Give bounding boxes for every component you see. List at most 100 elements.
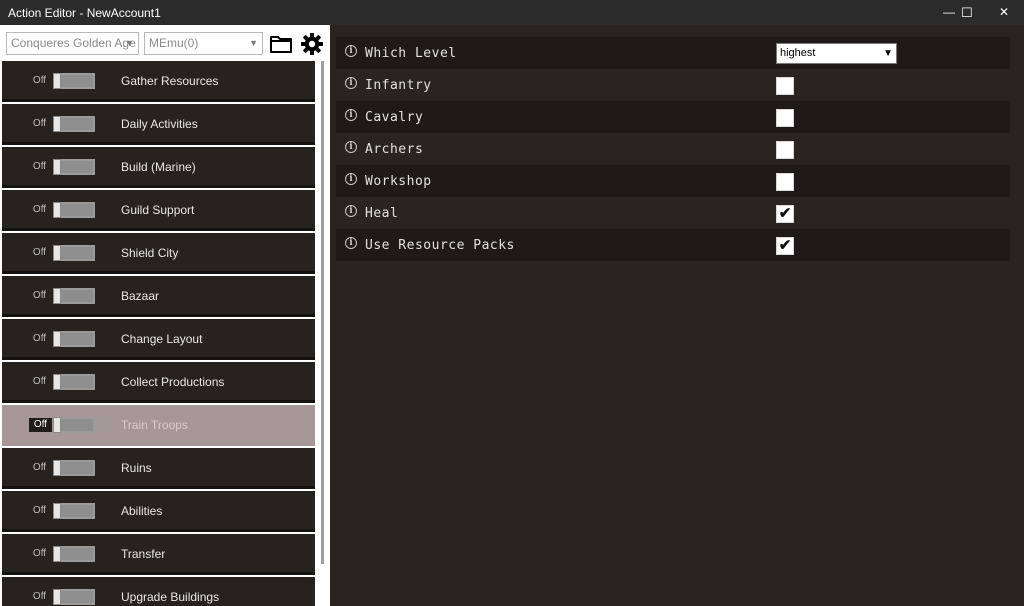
action-label: Bazaar <box>121 289 160 303</box>
action-label: Ruins <box>121 461 152 475</box>
toggle-knob <box>53 374 61 390</box>
action-item-abilities[interactable]: Off Abilities <box>2 491 315 532</box>
close-button[interactable]: ✕ <box>987 0 1021 25</box>
action-label: Gather Resources <box>121 74 219 88</box>
action-item-daily-activities[interactable]: Off Daily Activities <box>2 104 315 145</box>
toggle-state-label: Off <box>32 333 47 344</box>
option-row-use-resource-packs: i Use Resource Packs ✔ <box>336 229 1010 261</box>
info-icon[interactable]: i <box>345 45 357 57</box>
info-icon[interactable]: i <box>345 237 357 249</box>
options-panel: i Which Level highest ▼ i Infantry i Cav… <box>330 25 1024 606</box>
list-scrollbar[interactable] <box>321 61 324 564</box>
maximize-button[interactable]: ☐ <box>950 0 984 25</box>
toggle-state-label: Off <box>32 75 47 86</box>
action-label: Abilities <box>121 504 163 518</box>
toggle-knob <box>53 417 61 433</box>
action-item-gather-resources[interactable]: Off Gather Resources <box>2 61 315 102</box>
workshop-checkbox[interactable] <box>776 173 794 191</box>
gear-icon[interactable] <box>300 32 324 56</box>
archers-checkbox[interactable] <box>776 141 794 159</box>
toggle-knob <box>53 503 61 519</box>
game-select[interactable]: Conqueres Golden Age ▼ <box>6 32 139 55</box>
action-item-ruins[interactable]: Off Ruins <box>2 448 315 489</box>
action-toggle[interactable] <box>53 589 95 605</box>
action-toggle[interactable] <box>53 417 95 433</box>
toggle-state-label: Off <box>32 505 47 516</box>
action-label: Guild Support <box>121 203 195 217</box>
option-label: Use Resource Packs <box>365 238 515 253</box>
emulator-select[interactable]: MEmu(0) ▼ <box>144 32 263 55</box>
action-toggle[interactable] <box>53 460 95 476</box>
option-row-infantry: i Infantry <box>336 69 1010 101</box>
action-toggle[interactable] <box>53 159 95 175</box>
action-toggle[interactable] <box>53 546 95 562</box>
action-label: Upgrade Buildings <box>121 590 220 604</box>
toggle-state-label: Off <box>32 204 47 215</box>
action-toggle[interactable] <box>53 503 95 519</box>
toggle-state-label: Off <box>32 376 47 387</box>
checkmark-icon: ✔ <box>778 237 792 254</box>
toggle-knob <box>53 546 61 562</box>
use-resource-packs-checkbox[interactable]: ✔ <box>776 237 794 255</box>
action-item-bazaar[interactable]: Off Bazaar <box>2 276 315 317</box>
action-toggle[interactable] <box>53 374 95 390</box>
toggle-knob <box>53 202 61 218</box>
infantry-checkbox[interactable] <box>776 77 794 95</box>
action-item-transfer[interactable]: Off Transfer <box>2 534 315 575</box>
toggle-knob <box>53 589 61 605</box>
action-item-collect-productions[interactable]: Off Collect Productions <box>2 362 315 403</box>
action-toggle[interactable] <box>53 245 95 261</box>
cavalry-checkbox[interactable] <box>776 109 794 127</box>
title-bar: Action Editor - NewAccount1 — ☐ ✕ <box>0 0 1024 25</box>
toggle-state-label: Off <box>32 290 47 301</box>
action-toggle[interactable] <box>53 331 95 347</box>
info-icon[interactable]: i <box>345 173 357 185</box>
action-label: Collect Productions <box>121 375 225 389</box>
chevron-down-icon: ▼ <box>883 48 893 59</box>
option-label: Infantry <box>365 78 432 93</box>
action-item-shield-city[interactable]: Off Shield City <box>2 233 315 274</box>
option-row-archers: i Archers <box>336 133 1010 165</box>
action-label: Shield City <box>121 246 179 260</box>
toggle-state-label: Off <box>32 161 47 172</box>
action-item-guild-support[interactable]: Off Guild Support <box>2 190 315 231</box>
action-item-build-marine[interactable]: Off Build (Marine) <box>2 147 315 188</box>
which-level-select[interactable]: highest ▼ <box>776 43 897 64</box>
chevron-down-icon: ▼ <box>249 38 258 48</box>
action-item-change-layout[interactable]: Off Change Layout <box>2 319 315 360</box>
chevron-down-icon: ▼ <box>125 38 134 48</box>
action-toggle[interactable] <box>53 116 95 132</box>
action-item-train-troops[interactable]: Off Train Troops <box>2 405 315 446</box>
option-row-which-level: i Which Level highest ▼ <box>336 37 1010 69</box>
action-toggle[interactable] <box>53 288 95 304</box>
heal-checkbox[interactable]: ✔ <box>776 205 794 223</box>
toggle-knob <box>53 159 61 175</box>
info-icon[interactable]: i <box>345 141 357 153</box>
option-label: Archers <box>365 142 424 157</box>
folder-icon[interactable] <box>269 32 293 56</box>
toggle-state-label: Off <box>32 247 47 258</box>
toggle-state-label: Off <box>32 591 47 602</box>
action-label: Transfer <box>121 547 166 561</box>
action-item-upgrade-buildings[interactable]: Off Upgrade Buildings <box>2 577 315 606</box>
action-toggle[interactable] <box>53 73 95 89</box>
info-icon[interactable]: i <box>345 109 357 121</box>
emulator-select-value: MEmu(0) <box>149 36 199 50</box>
game-select-value: Conqueres Golden Age <box>11 36 136 50</box>
action-label: Build (Marine) <box>121 160 196 174</box>
action-label: Train Troops <box>121 418 188 432</box>
option-label: Heal <box>365 206 399 221</box>
option-label: Workshop <box>365 174 432 189</box>
info-icon[interactable]: i <box>345 205 357 217</box>
action-toggle[interactable] <box>53 202 95 218</box>
actions-panel: Conqueres Golden Age ▼ MEmu(0) ▼ Off Gat… <box>0 25 330 606</box>
toggle-knob <box>53 331 61 347</box>
checkmark-icon: ✔ <box>778 205 792 222</box>
info-icon[interactable]: i <box>345 77 357 89</box>
action-label: Daily Activities <box>121 117 198 131</box>
toggle-knob <box>53 245 61 261</box>
action-label: Change Layout <box>121 332 203 346</box>
option-label: Which Level <box>365 46 457 61</box>
toggle-state-label: Off <box>32 548 47 559</box>
toggle-knob <box>53 116 61 132</box>
